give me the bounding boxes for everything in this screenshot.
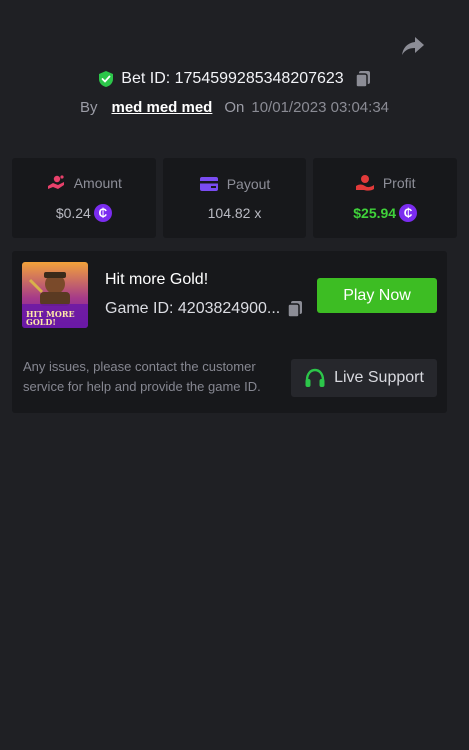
bet-id-text: Bet ID: 1754599285348207623 (121, 70, 344, 87)
coin-icon: ₵ (93, 204, 112, 222)
payout-value: 104.82 x (207, 205, 262, 221)
share-button[interactable] (400, 35, 426, 57)
bet-stats: Amount $0.24 ₵ Payout 104.82 x Profit $2… (12, 158, 458, 238)
bet-datetime: 10/01/2023 03:04:34 (251, 98, 390, 116)
stat-amount: Amount $0.24 ₵ (12, 158, 156, 238)
game-title: Hit more Gold! (105, 271, 209, 288)
game-id-row: Game ID: 4203824900... (105, 300, 304, 318)
copy-game-id-icon[interactable] (286, 300, 304, 318)
amount-label: Amount (73, 175, 122, 191)
payout-label: Payout (226, 176, 271, 192)
profit-value: $25.94 (353, 205, 397, 221)
share-icon (402, 37, 424, 55)
profit-label: Profit (382, 175, 416, 191)
live-support-label: Live Support (334, 369, 424, 386)
coin-icon: ₵ (399, 204, 418, 222)
card-icon (199, 175, 219, 193)
bet-author-row: By med med med On 10/01/2023 03:04:34 (0, 94, 469, 120)
verified-shield-icon (97, 70, 115, 88)
on-label: On (224, 98, 245, 116)
game-card: HIT MORE GOLD! Hit more Gold! Game ID: 4… (12, 251, 447, 413)
svg-text:GOLD!: GOLD! (26, 317, 56, 327)
game-thumbnail[interactable]: HIT MORE GOLD! (22, 262, 88, 328)
amount-icon (46, 174, 66, 192)
amount-value: $0.24 (55, 205, 91, 221)
copy-bet-id-icon[interactable] (354, 70, 372, 88)
live-support-button[interactable]: Live Support (291, 359, 437, 397)
stat-payout: Payout 104.82 x (162, 158, 307, 238)
stat-profit: Profit $25.94 ₵ (313, 158, 458, 238)
play-now-button[interactable]: Play Now (317, 278, 437, 313)
username-link[interactable]: med med med (111, 99, 212, 116)
support-help-text: Any issues, please contact the customer … (23, 359, 261, 394)
profit-icon (355, 174, 375, 192)
game-id-text: Game ID: 4203824900... (105, 300, 281, 317)
bet-id-row: Bet ID: 1754599285348207623 (0, 66, 469, 92)
by-label: By (79, 98, 98, 116)
headset-icon (304, 368, 326, 388)
